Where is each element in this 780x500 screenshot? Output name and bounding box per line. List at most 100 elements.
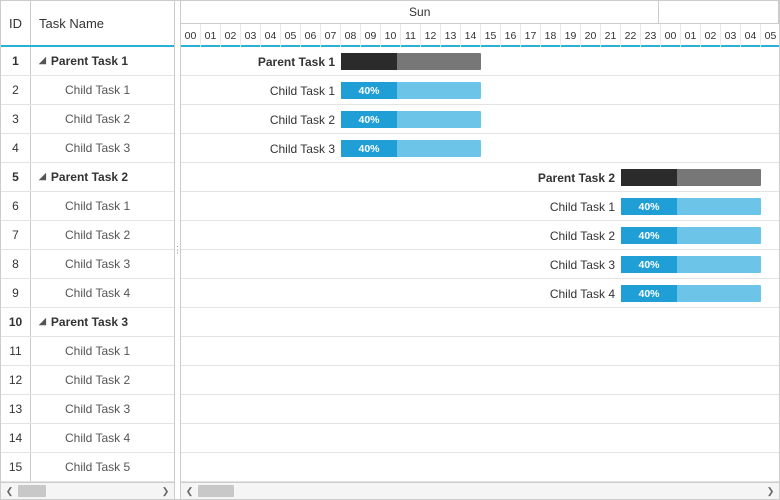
hour-header-cell[interactable]: 20: [581, 24, 601, 47]
scroll-track[interactable]: [18, 483, 157, 499]
task-bar[interactable]: 40%: [341, 111, 481, 128]
hour-header-cell[interactable]: 09: [361, 24, 381, 47]
table-row[interactable]: 2Child Task 1: [1, 76, 174, 105]
row-name: Child Task 4: [31, 424, 174, 452]
timeline-row[interactable]: [181, 337, 779, 366]
hour-header-cell[interactable]: 18: [541, 24, 561, 47]
scroll-right-icon[interactable]: ❯: [157, 483, 174, 500]
task-bar[interactable]: 40%: [621, 256, 761, 273]
timeline-row[interactable]: Parent Task 2: [181, 163, 779, 192]
table-row[interactable]: 4Child Task 3: [1, 134, 174, 163]
row-id: 12: [1, 366, 31, 394]
hour-header-cell[interactable]: 10: [381, 24, 401, 47]
hour-header-cell[interactable]: 02: [221, 24, 241, 47]
table-row[interactable]: 10◢Parent Task 3: [1, 308, 174, 337]
timeline-row[interactable]: Child Task 1 40%: [181, 192, 779, 221]
day-header-cell[interactable]: [659, 1, 779, 23]
hour-header-cell[interactable]: 02: [701, 24, 721, 47]
expand-collapse-icon[interactable]: ◢: [39, 55, 46, 66]
expand-collapse-icon[interactable]: ◢: [39, 316, 46, 327]
task-progress: 40%: [341, 82, 397, 99]
hour-header-cell[interactable]: 08: [341, 24, 361, 47]
column-header-id[interactable]: ID: [1, 1, 31, 45]
table-row[interactable]: 9Child Task 4: [1, 279, 174, 308]
row-name: Child Task 3: [31, 395, 174, 423]
timeline-row[interactable]: [181, 366, 779, 395]
timeline-row[interactable]: Child Task 340%: [181, 250, 779, 279]
hour-header-cell[interactable]: 19: [561, 24, 581, 47]
hour-header-cell[interactable]: 05: [761, 24, 779, 47]
table-row[interactable]: 7Child Task 2: [1, 221, 174, 250]
timeline-row[interactable]: Child Task 240%: [181, 221, 779, 250]
hour-header-cell[interactable]: 21: [601, 24, 621, 47]
table-row[interactable]: 15Child Task 5: [1, 453, 174, 482]
timeline-row[interactable]: [181, 424, 779, 453]
timeline-row[interactable]: [181, 308, 779, 337]
hour-header-cell[interactable]: 16: [501, 24, 521, 47]
timeline-row[interactable]: Child Task 340%: [181, 134, 779, 163]
expand-collapse-icon[interactable]: ◢: [39, 171, 46, 182]
scroll-thumb[interactable]: [18, 485, 46, 497]
scroll-right-icon[interactable]: ❯: [762, 483, 779, 500]
hour-header-cell[interactable]: 14: [461, 24, 481, 47]
hour-header-cell[interactable]: 04: [741, 24, 761, 47]
table-row[interactable]: 1◢Parent Task 1: [1, 47, 174, 76]
scroll-left-icon[interactable]: ❮: [1, 483, 18, 500]
scroll-thumb[interactable]: [198, 485, 234, 497]
table-row[interactable]: 12Child Task 2: [1, 366, 174, 395]
hour-header-cell[interactable]: 17: [521, 24, 541, 47]
hour-header-cell[interactable]: 22: [621, 24, 641, 47]
table-row[interactable]: 14Child Task 4: [1, 424, 174, 453]
task-bar[interactable]: 40%: [621, 227, 761, 244]
hour-header-cell[interactable]: 06: [301, 24, 321, 47]
task-bar[interactable]: 40%: [621, 198, 761, 215]
hour-header-cell[interactable]: 13: [441, 24, 461, 47]
task-bar[interactable]: [621, 169, 761, 186]
task-bar[interactable]: 40%: [341, 82, 481, 99]
row-name: Child Task 1: [31, 192, 174, 220]
hour-header-cell[interactable]: 01: [681, 24, 701, 47]
scroll-left-icon[interactable]: ❮: [181, 483, 198, 500]
column-header-name[interactable]: Task Name: [31, 1, 174, 45]
hour-header-cell[interactable]: 03: [721, 24, 741, 47]
hour-header-cell[interactable]: 04: [261, 24, 281, 47]
table-row[interactable]: 3Child Task 2: [1, 105, 174, 134]
timeline-hscrollbar[interactable]: ❮ ❯: [181, 482, 779, 499]
timeline-row[interactable]: Child Task 140%: [181, 76, 779, 105]
timeline-row[interactable]: [181, 395, 779, 424]
tree-hscrollbar[interactable]: ❮ ❯: [1, 482, 174, 499]
hour-header-cell[interactable]: 07: [321, 24, 341, 47]
row-id: 1: [1, 47, 31, 75]
hour-header-cell[interactable]: 01: [201, 24, 221, 47]
task-label: Child Task 4: [550, 279, 615, 308]
task-bar[interactable]: [341, 53, 481, 70]
row-name: Child Task 1: [31, 337, 174, 365]
timeline-row[interactable]: Child Task 4 40%: [181, 279, 779, 308]
table-row[interactable]: 13Child Task 3: [1, 395, 174, 424]
hour-header-cell[interactable]: 11: [401, 24, 421, 47]
hour-header-cell[interactable]: 15: [481, 24, 501, 47]
task-progress: 40%: [621, 198, 677, 215]
task-label: Child Task 1: [550, 192, 615, 221]
timeline-row[interactable]: [181, 453, 779, 482]
row-name: Child Task 2: [31, 366, 174, 394]
timeline-row[interactable]: Child Task 240%: [181, 105, 779, 134]
hour-header-cell[interactable]: 23: [641, 24, 661, 47]
task-bar[interactable]: 40%: [621, 285, 761, 302]
timeline-body[interactable]: Parent Task 1Child Task 140%Child Task 2…: [181, 47, 779, 482]
hour-header-cell[interactable]: 00: [661, 24, 681, 47]
table-row[interactable]: 6Child Task 1: [1, 192, 174, 221]
hour-header-cell[interactable]: 00: [181, 24, 201, 47]
table-row[interactable]: 5◢Parent Task 2: [1, 163, 174, 192]
hour-header-cell[interactable]: 03: [241, 24, 261, 47]
row-id: 13: [1, 395, 31, 423]
hour-header-cell[interactable]: 12: [421, 24, 441, 47]
day-header-cell[interactable]: Sun: [181, 1, 659, 23]
table-row[interactable]: 8Child Task 3: [1, 250, 174, 279]
task-bar[interactable]: 40%: [341, 140, 481, 157]
timeline-row[interactable]: Parent Task 1: [181, 47, 779, 76]
scroll-track[interactable]: [198, 483, 762, 499]
table-row[interactable]: 11Child Task 1: [1, 337, 174, 366]
hour-header-cell[interactable]: 05: [281, 24, 301, 47]
row-name: Child Task 3: [31, 250, 174, 278]
